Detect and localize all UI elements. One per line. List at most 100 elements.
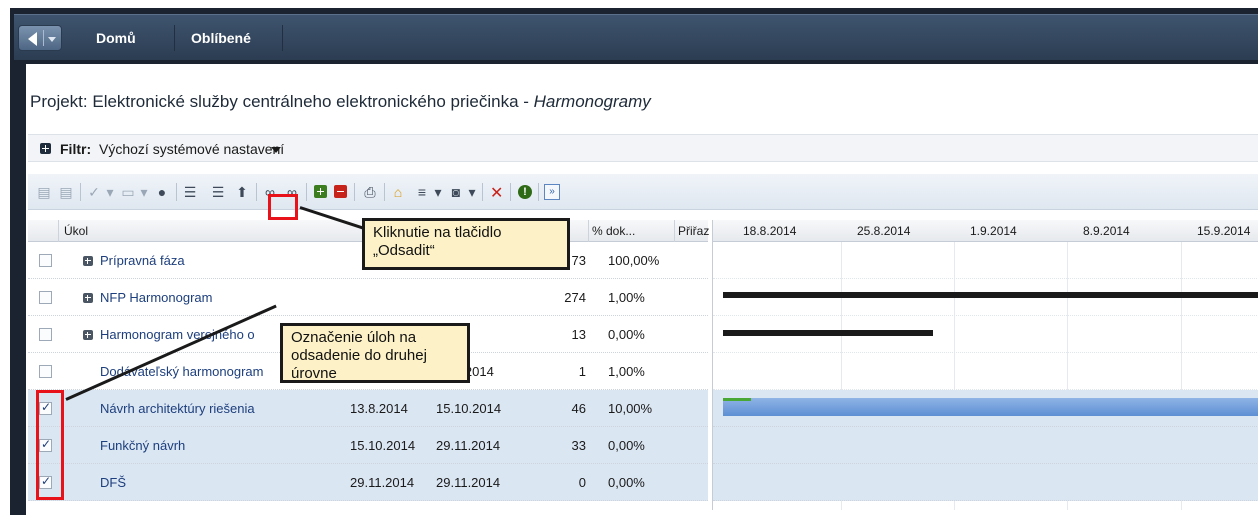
task-duration: 33	[571, 438, 586, 453]
assign-icon[interactable]: ●	[154, 184, 170, 200]
task-row[interactable]: DFŠ 29.11.2014 29.11.2014 0 0,00%	[28, 464, 708, 501]
task-checkbox[interactable]	[39, 254, 52, 267]
column-divider	[588, 220, 589, 242]
column-header-progress[interactable]: % dok...	[592, 224, 635, 238]
task-progress: 0,00%	[608, 327, 645, 342]
gantt-date: 25.8.2014	[857, 224, 911, 238]
check-dropdown-icon[interactable]: ▾	[102, 184, 118, 200]
gantt-row	[713, 353, 1258, 390]
toolbar-separator	[510, 183, 511, 201]
task-duration: 13	[571, 327, 586, 342]
column-divider	[58, 220, 59, 242]
filter-select[interactable]: Výchozí systémové nastavení	[99, 141, 284, 157]
move-up-icon[interactable]: ⬆	[234, 184, 250, 200]
gantt-row	[713, 242, 1258, 279]
gantt-header: 18.8.2014 25.8.2014 1.9.2014 8.9.2014 15…	[713, 220, 1258, 242]
print-icon[interactable]: ⎙	[362, 184, 378, 200]
task-checkbox[interactable]	[39, 328, 52, 341]
format-icon[interactable]: ≡	[414, 184, 430, 200]
history-dropdown-icon[interactable]	[48, 37, 56, 42]
more-tools-icon[interactable]: »	[544, 184, 560, 200]
task-progress: 1,00%	[608, 364, 645, 379]
outdent-icon[interactable]: ☰	[182, 184, 198, 200]
task-progress: 0,00%	[608, 438, 645, 453]
delete-icon[interactable]: ✕	[490, 183, 503, 203]
task-row[interactable]: NFP Harmonogram 274 1,00%	[28, 279, 708, 316]
filter-label: Filtr:	[60, 141, 92, 157]
task-start-date: 13.8.2014	[350, 401, 408, 416]
comment-icon[interactable]: ▭	[120, 184, 136, 200]
add-task-icon[interactable]	[314, 185, 327, 198]
toolbar-separator	[80, 183, 81, 201]
comment-dropdown-icon[interactable]: ▾	[136, 184, 152, 200]
toolbar-separator	[538, 183, 539, 201]
task-name[interactable]: Funkčný návrh	[100, 438, 185, 453]
toolbar-separator	[306, 183, 307, 201]
column-divider	[674, 220, 675, 242]
task-row[interactable]: Funkčný návrh 15.10.2014 29.11.2014 33 0,00%	[28, 427, 708, 464]
camera-dropdown-icon[interactable]: ▾	[464, 184, 480, 200]
expand-row-icon[interactable]	[83, 330, 93, 340]
gantt-task-bar[interactable]	[723, 398, 1258, 416]
back-button-divider	[43, 30, 44, 46]
remove-task-icon[interactable]	[334, 185, 347, 198]
column-header-assigned[interactable]: Přiřaz	[678, 224, 709, 238]
filter-bar: Filtr: Výchozí systémové nastavení	[28, 134, 1258, 162]
task-duration: 1	[578, 364, 586, 379]
task-name[interactable]: Prípravná fáza	[100, 253, 185, 268]
task-checkbox[interactable]	[39, 291, 52, 304]
callout-select: Označenie úloh na odsadenie do druhej úr…	[280, 323, 470, 383]
task-progress: 0,00%	[608, 475, 645, 490]
task-progress: 10,00%	[608, 401, 653, 416]
nav-tab-home[interactable]: Domů	[80, 25, 152, 51]
toolbar-separator	[482, 183, 483, 201]
back-button[interactable]	[18, 25, 62, 51]
save-icon[interactable]: ▤	[36, 184, 52, 200]
task-name[interactable]: DFŠ	[100, 475, 126, 490]
info-icon[interactable]: !	[518, 185, 532, 199]
task-end-date: 15.10.2014	[436, 401, 502, 416]
gantt-progress-bar	[723, 398, 751, 401]
toolbar-separator	[384, 183, 385, 201]
task-name[interactable]: Návrh architektúry riešenia	[100, 401, 255, 416]
camera-icon[interactable]: ◙	[448, 184, 464, 200]
expand-row-icon[interactable]	[83, 256, 93, 266]
task-duration: 0	[578, 475, 586, 490]
task-progress: 1,00%	[608, 290, 645, 305]
page-title: Projekt: Elektronické služby centrálneho…	[30, 92, 651, 112]
check-icon[interactable]: ✓	[86, 184, 102, 200]
gantt-summary-bar[interactable]	[723, 292, 1258, 298]
gantt-row	[713, 464, 1258, 501]
column-header-task[interactable]: Úkol	[64, 224, 88, 238]
task-name[interactable]: NFP Harmonogram	[100, 290, 212, 305]
task-start-date: 29.11.2014	[350, 475, 415, 490]
task-end-date: 29.11.2014	[436, 475, 501, 490]
save-as-icon[interactable]: ▤	[58, 184, 74, 200]
filter-dropdown-icon[interactable]	[271, 147, 281, 153]
expand-filter-icon[interactable]	[40, 143, 51, 154]
page-title-section: Harmonogramy	[533, 92, 651, 111]
expand-row-icon[interactable]	[83, 293, 93, 303]
gantt-date: 1.9.2014	[970, 224, 1017, 238]
task-end-date: 29.11.2014	[436, 438, 501, 453]
toolbar-separator	[256, 183, 257, 201]
task-checkbox[interactable]	[39, 365, 52, 378]
gantt-date: 8.9.2014	[1083, 224, 1130, 238]
callout-indent: Kliknutie na tlačidlo „Odsadit“	[362, 218, 570, 270]
task-duration: 46	[571, 401, 586, 416]
gantt-date: 18.8.2014	[743, 224, 797, 238]
top-navigation-bar: Domů Oblíbené	[14, 14, 1258, 60]
format-dropdown-icon[interactable]: ▾	[430, 184, 446, 200]
unlock-icon[interactable]: ⌂	[390, 184, 406, 200]
page-title-project: Projekt: Elektronické služby centrálneho…	[30, 92, 534, 111]
task-name[interactable]: Harmonogram verejného o	[100, 327, 255, 342]
gantt-row	[713, 427, 1258, 464]
checkbox-selection-highlight	[36, 390, 64, 500]
gantt-date: 15.9.2014	[1197, 224, 1251, 238]
nav-tab-favorites[interactable]: Oblíbené	[174, 25, 267, 51]
task-row[interactable]: Návrh architektúry riešenia 13.8.2014 15.1…	[28, 390, 708, 427]
indent-icon[interactable]: ☰	[210, 184, 226, 200]
toolbar-separator	[176, 183, 177, 201]
gantt-summary-bar[interactable]	[723, 330, 933, 336]
task-progress: 100,00%	[608, 253, 660, 268]
